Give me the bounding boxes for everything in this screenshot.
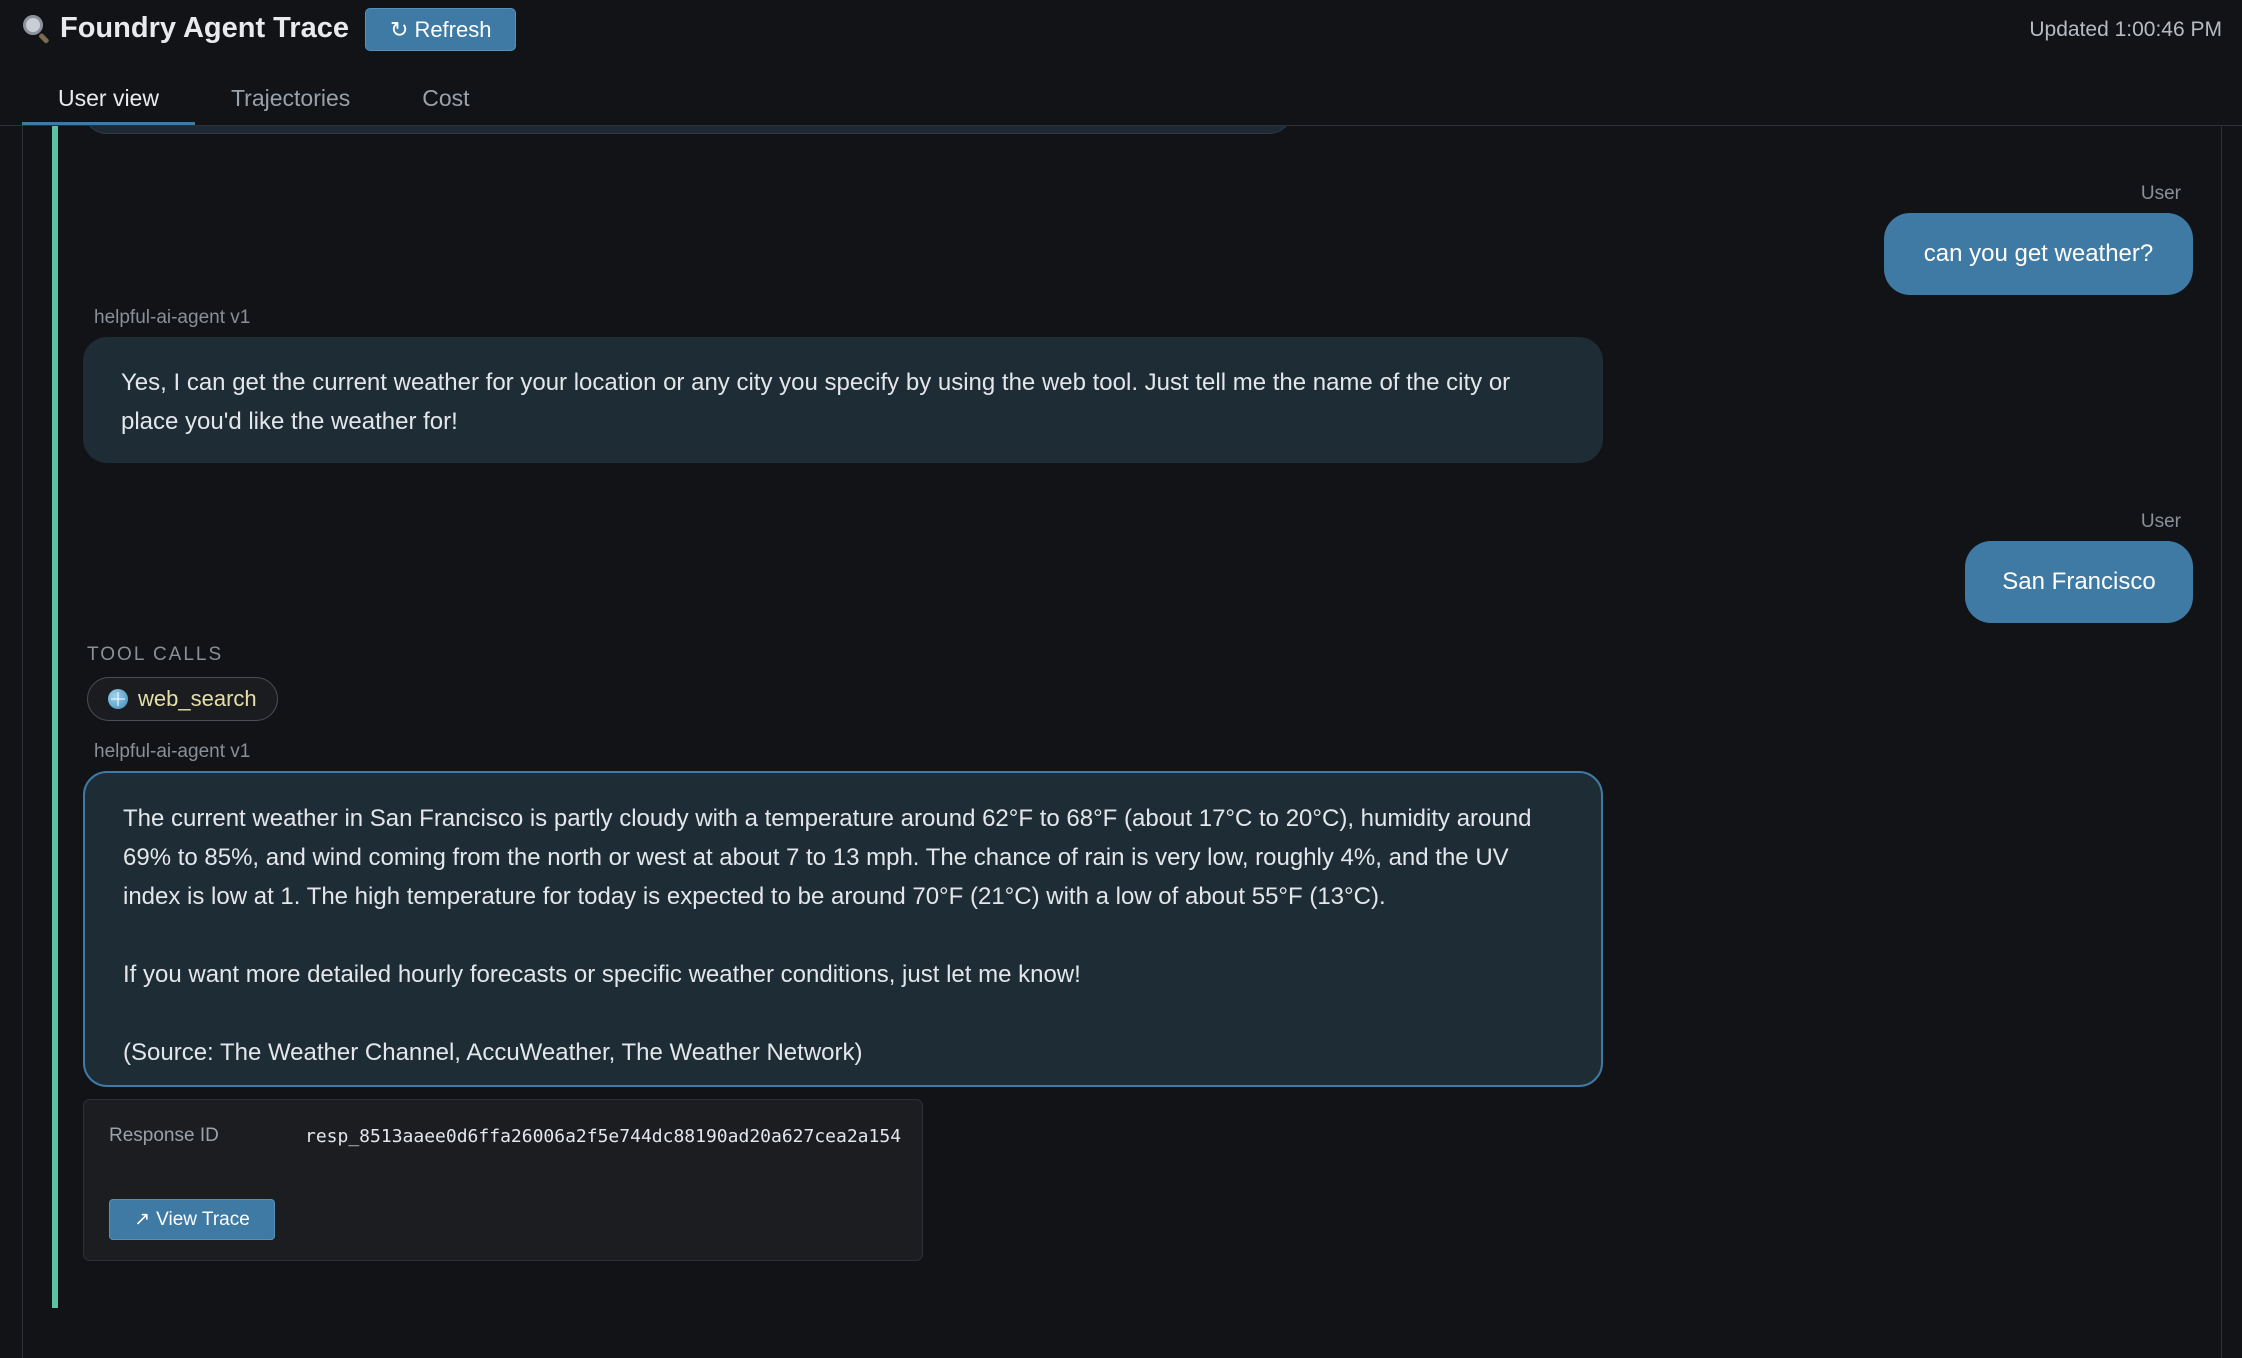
message-role-label: helpful-ai-agent v1 xyxy=(94,741,251,762)
agent-message-text: Yes, I can get the current weather for y… xyxy=(121,369,1511,435)
response-meta-card: Response ID resp_8513aaee0d6ffa26006a2f5… xyxy=(83,1099,923,1261)
message-role-label: helpful-ai-agent v1 xyxy=(94,307,251,328)
globe-icon xyxy=(108,689,128,709)
external-link-icon: ↗ xyxy=(134,1209,151,1230)
view-trace-label: View Trace xyxy=(156,1208,250,1230)
refresh-button[interactable]: ↻ Refresh xyxy=(365,8,517,51)
agent-message-paragraph: The current weather in San Francisco is … xyxy=(123,805,1532,910)
user-message-bubble: San Francisco xyxy=(1965,541,2193,623)
tab-user-view[interactable]: User view xyxy=(22,70,195,126)
refresh-icon: ↻ xyxy=(390,16,409,42)
updated-timestamp: Updated 1:00:46 PM xyxy=(2029,18,2222,41)
user-message-bubble: can you get weather? xyxy=(1884,213,2193,295)
response-id-value: resp_8513aaee0d6ffa26006a2f5e744dc88190a… xyxy=(305,1126,902,1147)
agent-message-paragraph: (Source: The Weather Channel, AccuWeathe… xyxy=(123,1039,863,1066)
response-id-label: Response ID xyxy=(109,1125,219,1146)
tab-cost[interactable]: Cost xyxy=(386,70,505,126)
agent-message-paragraph: If you want more detailed hourly forecas… xyxy=(123,961,1081,988)
tool-call-name: web_search xyxy=(138,686,257,711)
magnifier-icon xyxy=(22,14,52,44)
timeline-bar xyxy=(52,126,58,1308)
conversation-panel[interactable]: User can you get weather? helpful-ai-age… xyxy=(22,126,2222,1358)
tool-call-chip[interactable]: web_search xyxy=(87,677,278,721)
agent-message-bubble: Yes, I can get the current weather for y… xyxy=(83,337,1603,463)
app-title: Foundry Agent Trace xyxy=(22,12,349,45)
app-title-text: Foundry Agent Trace xyxy=(60,12,349,44)
tool-calls-heading: TOOL CALLS xyxy=(87,644,224,665)
previous-message-bubble xyxy=(83,126,1293,134)
top-bar: Foundry Agent Trace ↻ Refresh Updated 1:… xyxy=(0,0,2242,60)
tab-trajectories[interactable]: Trajectories xyxy=(195,70,386,126)
view-trace-button[interactable]: ↗ View Trace xyxy=(109,1199,275,1240)
view-tabs: User view Trajectories Cost xyxy=(22,70,506,126)
message-role-label: User xyxy=(2140,183,2181,204)
message-role-label: User xyxy=(2140,511,2181,532)
refresh-label: Refresh xyxy=(414,16,492,42)
agent-message-bubble: The current weather in San Francisco is … xyxy=(83,771,1603,1087)
